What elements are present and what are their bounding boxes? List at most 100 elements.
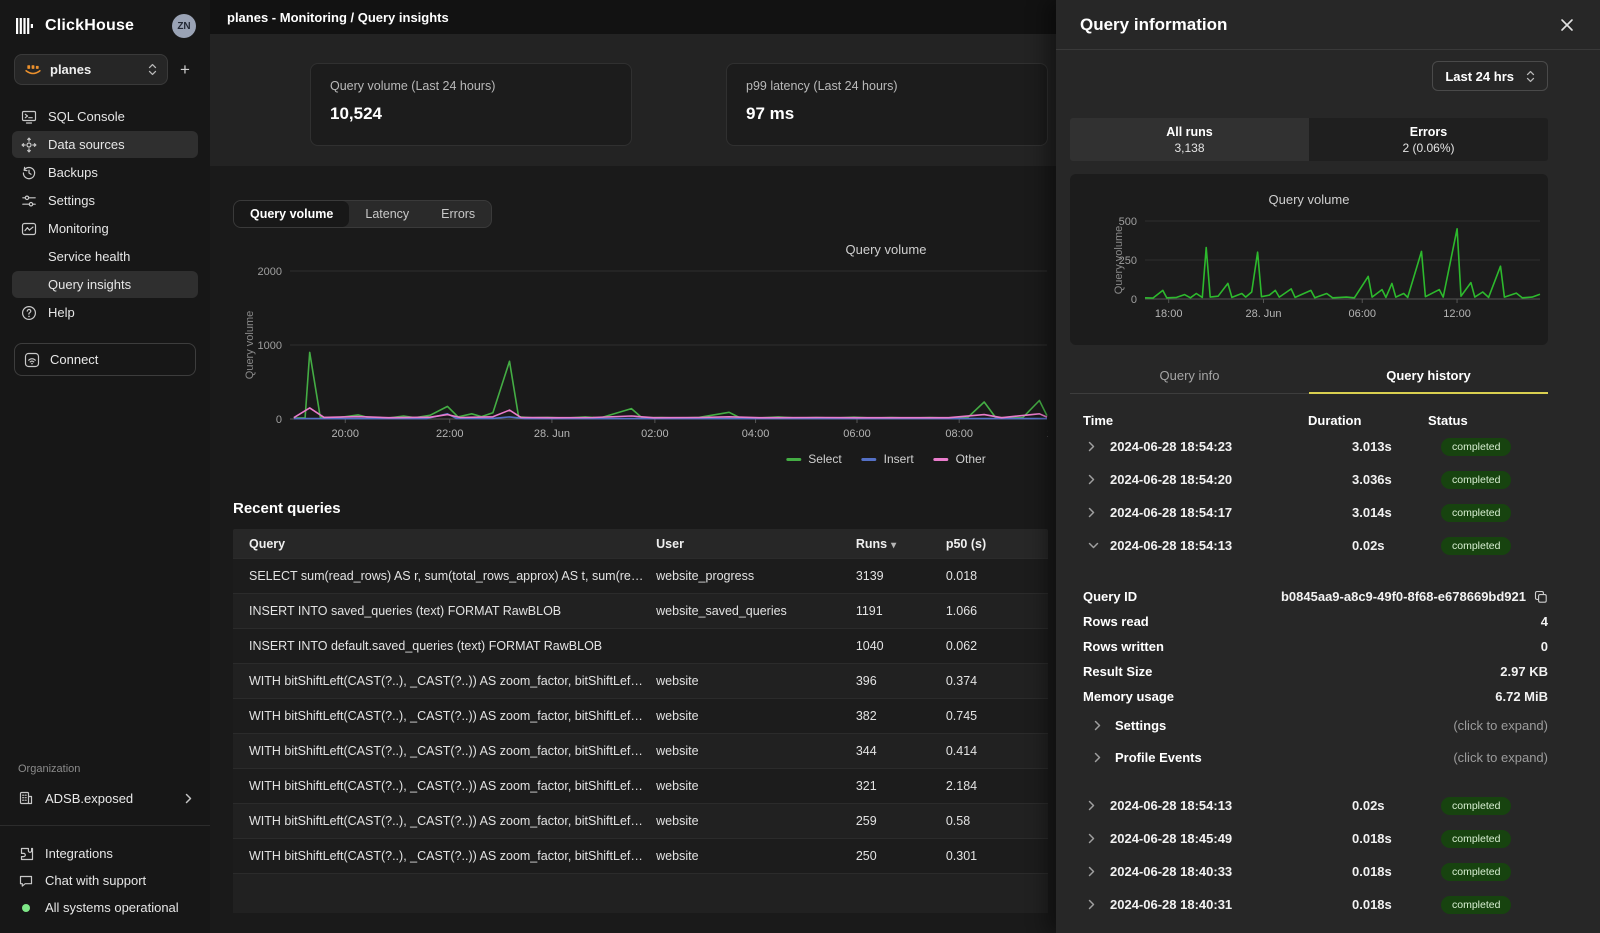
history-time: 2024-06-28 18:40:33: [1110, 864, 1312, 879]
sidebar: ClickHouse ZN planes + SQL ConsoleData s…: [0, 0, 210, 933]
monitoring-icon: [21, 221, 37, 237]
toggle-label: All runs: [1166, 125, 1213, 139]
column-header-query: Query: [249, 537, 656, 551]
footer-item-chat-with-support[interactable]: Chat with support: [12, 867, 198, 894]
column-header-runs[interactable]: Runs▾: [856, 537, 946, 551]
query-row[interactable]: INSERT INTO default.saved_queries (text)…: [233, 628, 1048, 663]
history-column-time: Time: [1083, 413, 1308, 428]
chevron-right-icon: [1094, 752, 1115, 763]
query-row[interactable]: WITH bitShiftLeft(CAST(?..), _CAST(?..))…: [233, 663, 1048, 698]
query-row[interactable]: WITH bitShiftLeft(CAST(?..), _CAST(?..))…: [233, 733, 1048, 768]
tab-latency[interactable]: Latency: [349, 201, 425, 227]
svg-text:Query volume: Query volume: [1113, 226, 1125, 294]
query-row-partial[interactable]: [233, 873, 1048, 913]
tab-errors[interactable]: Errors: [425, 201, 491, 227]
sidebar-item-data-sources[interactable]: Data sources: [12, 131, 198, 158]
query-row[interactable]: WITH bitShiftLeft(CAST(?..), _CAST(?..))…: [233, 768, 1048, 803]
status-dot: [22, 904, 30, 912]
history-row[interactable]: 2024-06-28 18:40:310.018scompleted: [1070, 888, 1548, 921]
legend-swatch: [786, 458, 801, 461]
connect-button[interactable]: Connect: [14, 343, 196, 376]
copy-icon[interactable]: [1534, 590, 1548, 604]
chevron-right-icon: [1088, 474, 1110, 485]
sidebar-item-sql-console[interactable]: SQL Console: [12, 103, 198, 130]
sidebar-item-label: Settings: [48, 193, 95, 208]
close-icon[interactable]: [1558, 16, 1576, 34]
connect-icon: [24, 352, 40, 368]
time-range-row: Last 24 hrs: [1070, 61, 1548, 91]
footer-item-integrations[interactable]: Integrations: [12, 840, 198, 867]
cell-user: website_saved_queries: [656, 604, 856, 618]
chevron-right-icon: [1088, 866, 1110, 877]
legend-item-other[interactable]: Other: [934, 452, 986, 466]
toggle-errors[interactable]: Errors2 (0.06%): [1309, 118, 1548, 161]
detail-row-memory-usage: Memory usage6.72 MiB: [1070, 684, 1548, 709]
sidebar-item-settings[interactable]: Settings: [12, 187, 198, 214]
chevron-right-icon: [1094, 720, 1115, 731]
query-row[interactable]: INSERT INTO saved_queries (text) FORMAT …: [233, 593, 1048, 628]
cell-query: WITH bitShiftLeft(CAST(?..), _CAST(?..))…: [249, 814, 656, 828]
cell-runs: 396: [856, 674, 946, 688]
sidebar-item-query-insights[interactable]: Query insights: [12, 271, 198, 298]
expandable-hint: (click to expand): [1453, 750, 1548, 765]
history-row[interactable]: 2024-06-28 18:54:233.013scompleted: [1070, 430, 1548, 463]
svg-text:10:00: 10:00: [1047, 428, 1048, 440]
history-time: 2024-06-28 18:54:13: [1110, 798, 1312, 813]
history-duration: 3.014s: [1312, 505, 1432, 520]
sidebar-item-backups[interactable]: Backups: [12, 159, 198, 186]
detail-value: 4: [1541, 614, 1548, 629]
expandable-profile-events[interactable]: Profile Events(click to expand): [1070, 741, 1548, 773]
query-row[interactable]: WITH bitShiftLeft(CAST(?..), _CAST(?..))…: [233, 838, 1048, 873]
svg-text:0: 0: [1131, 294, 1137, 306]
expandable-hint: (click to expand): [1453, 718, 1548, 733]
tab-query-history[interactable]: Query history: [1309, 363, 1548, 394]
history-time: 2024-06-28 18:54:17: [1110, 505, 1312, 520]
sidebar-item-label: SQL Console: [48, 109, 125, 124]
clickhouse-logo-icon: [16, 17, 37, 35]
sidebar-item-label: Backups: [48, 165, 98, 180]
organization-switcher[interactable]: ADSB.exposed: [12, 785, 198, 811]
cell-user: website: [656, 709, 856, 723]
toggle-all-runs[interactable]: All runs3,138: [1070, 118, 1309, 161]
panel-query-volume-chart: Query volume025050018:0028. Jun06:0012:0…: [1070, 174, 1548, 345]
legend-label: Insert: [884, 452, 914, 466]
history-row[interactable]: 2024-06-28 18:45:490.018scompleted: [1070, 822, 1548, 855]
history-row[interactable]: 2024-06-28 18:54:130.02scompleted: [1070, 789, 1548, 822]
detail-value-wrap: 6.72 MiB: [1495, 689, 1548, 704]
history-row[interactable]: 2024-06-28 18:54:173.014scompleted: [1070, 496, 1548, 529]
history-row[interactable]: 2024-06-28 18:40:330.018scompleted: [1070, 855, 1548, 888]
cell-query: SELECT sum(read_rows) AS r, sum(total_ro…: [249, 569, 656, 583]
legend-item-select[interactable]: Select: [786, 452, 841, 466]
stat-card-value: 10,524: [330, 104, 612, 124]
organization-icon: [18, 790, 34, 806]
query-row[interactable]: SELECT sum(read_rows) AS r, sum(total_ro…: [233, 558, 1048, 593]
cell-query: INSERT INTO default.saved_queries (text)…: [249, 639, 656, 653]
detail-row-rows-read: Rows read4: [1070, 609, 1548, 634]
time-range-select[interactable]: Last 24 hrs: [1432, 61, 1548, 91]
sidebar-item-monitoring[interactable]: Monitoring: [12, 215, 198, 242]
query-row[interactable]: WITH bitShiftLeft(CAST(?..), _CAST(?..))…: [233, 803, 1048, 838]
history-row[interactable]: 2024-06-28 18:54:130.02scompleted: [1070, 529, 1548, 562]
avatar[interactable]: ZN: [172, 14, 196, 38]
sidebar-item-service-health[interactable]: Service health: [12, 243, 198, 270]
sidebar-item-help[interactable]: Help: [12, 299, 198, 326]
main_query_volume-svg: Query volume01000200020:0022:0028. Jun02…: [233, 240, 1048, 440]
svg-text:28. Jun: 28. Jun: [1245, 308, 1281, 320]
legend-item-insert[interactable]: Insert: [862, 452, 914, 466]
query-row[interactable]: WITH bitShiftLeft(CAST(?..), _CAST(?..))…: [233, 698, 1048, 733]
history-rows-after: 2024-06-28 18:54:130.02scompleted2024-06…: [1070, 789, 1548, 921]
service-selector[interactable]: planes: [14, 54, 168, 85]
expandable-settings[interactable]: Settings(click to expand): [1070, 709, 1548, 741]
svg-text:22:00: 22:00: [436, 428, 464, 440]
query-panel-header: Query information: [1056, 0, 1600, 50]
add-service-button[interactable]: +: [174, 60, 196, 80]
cell-runs: 344: [856, 744, 946, 758]
app-root: ClickHouse ZN planes + SQL ConsoleData s…: [0, 0, 1600, 933]
tab-query-info[interactable]: Query info: [1070, 363, 1309, 393]
cell-query: WITH bitShiftLeft(CAST(?..), _CAST(?..))…: [249, 849, 656, 863]
history-row[interactable]: 2024-06-28 18:54:203.036scompleted: [1070, 463, 1548, 496]
tab-query-volume[interactable]: Query volume: [234, 201, 349, 227]
cell-p50: 0.301: [946, 849, 1032, 863]
footer-item-all-systems-operational[interactable]: All systems operational: [12, 894, 198, 921]
integrations-icon: [18, 846, 34, 862]
